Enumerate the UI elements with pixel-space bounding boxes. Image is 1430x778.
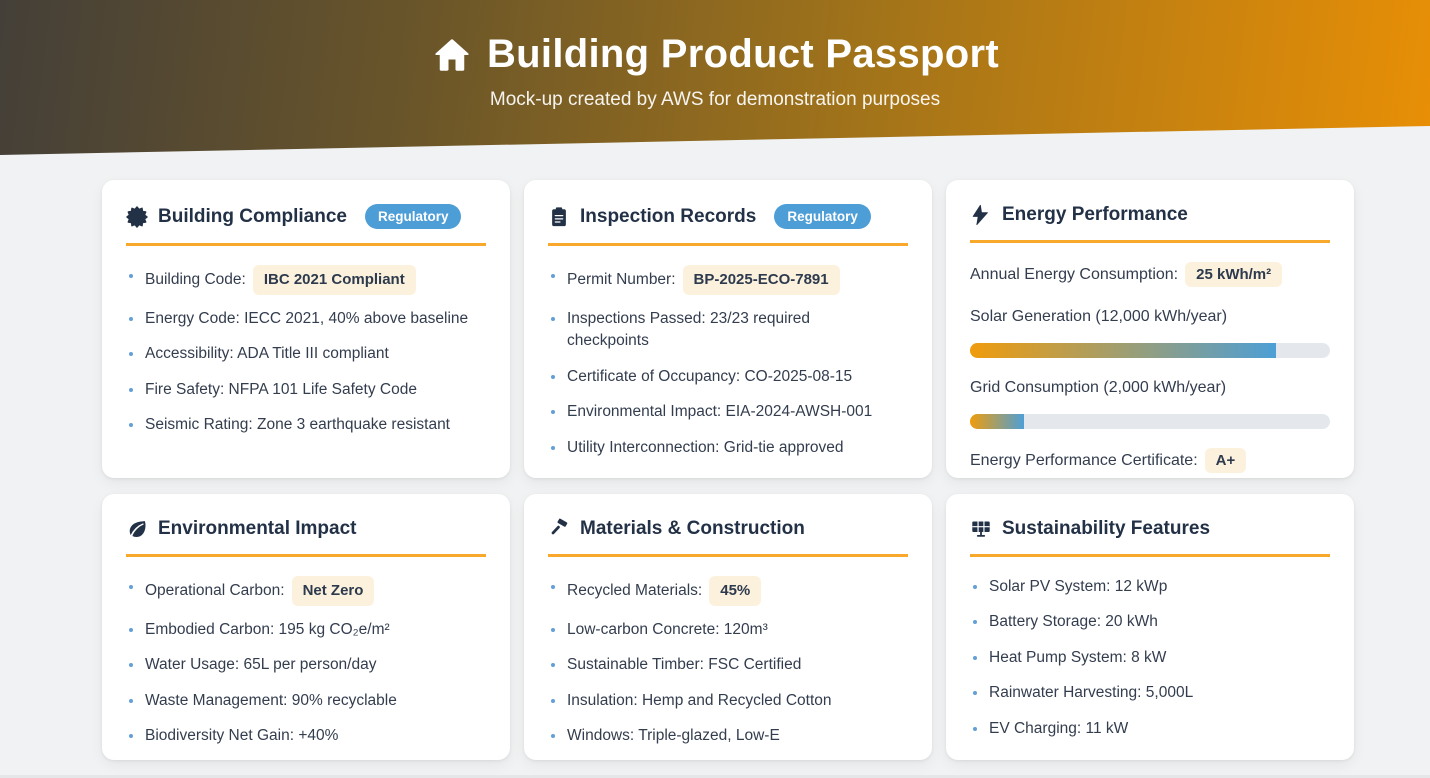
- list-item: Embodied Carbon: 195 kg CO₂e/m²: [126, 619, 486, 641]
- page-title: Building Product Passport: [487, 32, 999, 77]
- list-item: Energy Code: IECC 2021, 40% above baseli…: [126, 308, 486, 330]
- regulatory-badge: Regulatory: [365, 204, 462, 229]
- annual-consumption-chip: 25 kWh/m²: [1185, 262, 1282, 287]
- inspection-list: Permit Number: BP-2025-ECO-7891 Inspectio…: [548, 265, 908, 459]
- item-label: Building Code:: [145, 271, 246, 288]
- hammer-icon: [548, 518, 570, 540]
- solar-generation-label: Solar Generation (12,000 kWh/year): [970, 308, 1330, 326]
- certificate-row: Energy Performance Certificate: A+: [970, 448, 1330, 473]
- card-title: Building Compliance: [158, 206, 347, 228]
- card-title: Environmental Impact: [158, 518, 357, 540]
- solar-generation-bar: [970, 343, 1330, 358]
- list-item: Windows: Triple-glazed, Low-E: [548, 725, 908, 747]
- clipboard-icon: [548, 206, 570, 228]
- card-materials-construction: Materials & Construction Recycled Materi…: [524, 494, 932, 760]
- grid-consumption-bar-fill: [970, 414, 1024, 429]
- card-inspection-records: Inspection Records Regulatory Permit Num…: [524, 180, 932, 478]
- list-item: Waste Management: 90% recyclable: [126, 690, 486, 712]
- item-label: Permit Number:: [567, 271, 676, 288]
- card-sustainability-features: Sustainability Features Solar PV System:…: [946, 494, 1354, 760]
- list-item: Water Usage: 65L per person/day: [126, 654, 486, 676]
- regulatory-badge: Regulatory: [774, 204, 871, 229]
- card-grid: Building Compliance Regulatory Building …: [102, 180, 1354, 760]
- value-chip: Net Zero: [292, 576, 375, 606]
- environmental-list: Operational Carbon: Net Zero Embodied Car…: [126, 576, 486, 748]
- materials-list: Recycled Materials: 45% Low-carbon Concre…: [548, 576, 908, 748]
- page-subtitle: Mock-up created by AWS for demonstration…: [0, 89, 1430, 111]
- grid-consumption-bar: [970, 414, 1330, 429]
- card-title: Inspection Records: [580, 206, 756, 228]
- certificate-seal-icon: [126, 206, 148, 228]
- list-item: Permit Number: BP-2025-ECO-7891: [548, 265, 908, 295]
- list-item: Low-carbon Concrete: 120m³: [548, 619, 908, 641]
- list-item: Environmental Impact: EIA-2024-AWSH-001: [548, 401, 908, 423]
- list-item: Recycled Materials: 45%: [548, 576, 908, 606]
- card-header: Building Compliance Regulatory: [126, 204, 486, 246]
- item-label: Recycled Materials:: [567, 582, 702, 599]
- annual-consumption-label: Annual Energy Consumption:: [970, 266, 1178, 284]
- list-item: Seismic Rating: Zone 3 earthquake resist…: [126, 414, 486, 436]
- card-building-compliance: Building Compliance Regulatory Building …: [102, 180, 510, 478]
- solar-generation-bar-fill: [970, 343, 1276, 358]
- grid-consumption-label: Grid Consumption (2,000 kWh/year): [970, 379, 1330, 397]
- card-header: Sustainability Features: [970, 518, 1330, 557]
- value-chip: BP-2025-ECO-7891: [683, 265, 840, 295]
- card-energy-performance: Energy Performance Annual Energy Consump…: [946, 180, 1354, 478]
- list-item: Inspections Passed: 23/23 required check…: [548, 308, 878, 353]
- annual-consumption-row: Annual Energy Consumption: 25 kWh/m²: [970, 262, 1330, 287]
- list-item: Insulation: Hemp and Recycled Cotton: [548, 690, 908, 712]
- list-item: Battery Storage: 20 kWh: [970, 611, 1330, 633]
- card-header: Energy Performance: [970, 204, 1330, 243]
- list-item: Operational Carbon: Net Zero: [126, 576, 486, 606]
- header-title-row: Building Product Passport: [0, 0, 1430, 77]
- list-item: Utility Interconnection: Grid-tie approv…: [548, 437, 908, 459]
- solar-panel-icon: [970, 518, 992, 540]
- certificate-label: Energy Performance Certificate:: [970, 452, 1198, 470]
- sustainability-list: Solar PV System: 12 kWp Battery Storage:…: [970, 576, 1330, 740]
- card-title: Sustainability Features: [1002, 518, 1210, 540]
- card-title: Energy Performance: [1002, 204, 1188, 226]
- lightning-bolt-icon: [970, 204, 992, 226]
- certificate-chip: A+: [1205, 448, 1247, 473]
- leaf-icon: [126, 518, 148, 540]
- list-item: Certificate of Occupancy: CO-2025-08-15: [548, 366, 908, 388]
- card-header: Environmental Impact: [126, 518, 486, 557]
- home-icon: [431, 34, 473, 76]
- list-item: Accessibility: ADA Title III compliant: [126, 343, 486, 365]
- list-item: Heat Pump System: 8 kW: [970, 647, 1330, 669]
- list-item: Sustainable Timber: FSC Certified: [548, 654, 908, 676]
- list-item: Solar PV System: 12 kWp: [970, 576, 1330, 598]
- list-item: Building Code: IBC 2021 Compliant: [126, 265, 486, 295]
- list-item: Fire Safety: NFPA 101 Life Safety Code: [126, 379, 486, 401]
- list-item: EV Charging: 11 kW: [970, 718, 1330, 740]
- list-item: Rainwater Harvesting: 5,000L: [970, 682, 1330, 704]
- card-title: Materials & Construction: [580, 518, 805, 540]
- value-chip: IBC 2021 Compliant: [253, 265, 416, 295]
- list-item: Biodiversity Net Gain: +40%: [126, 725, 486, 747]
- item-label: Operational Carbon:: [145, 582, 285, 599]
- compliance-list: Building Code: IBC 2021 Compliant Energy …: [126, 265, 486, 437]
- card-header: Materials & Construction: [548, 518, 908, 557]
- page-header: Building Product Passport Mock-up create…: [0, 0, 1430, 156]
- card-environmental-impact: Environmental Impact Operational Carbon:…: [102, 494, 510, 760]
- card-header: Inspection Records Regulatory: [548, 204, 908, 246]
- value-chip: 45%: [709, 576, 761, 606]
